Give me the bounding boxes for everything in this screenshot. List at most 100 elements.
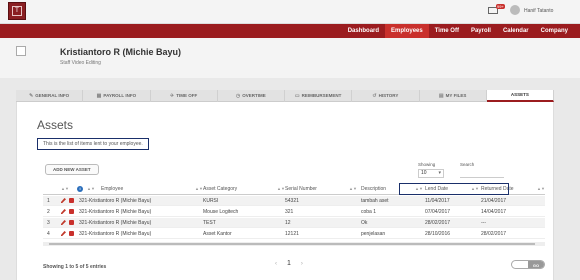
cell-employee: 321-Kristiantoro R (Michie Bayu) bbox=[79, 220, 152, 226]
cell-employee: 321-Kristiantoro R (Michie Bayu) bbox=[79, 231, 152, 237]
cell-returned-date: 28/02/2017 bbox=[481, 231, 507, 237]
delete-icon[interactable] bbox=[69, 209, 74, 214]
cell-description: tambah aset bbox=[361, 198, 389, 204]
tab-label: TIME OFF bbox=[176, 93, 198, 98]
cell-lend-date: 11/04/2017 bbox=[425, 198, 450, 204]
tab-time-off[interactable]: ✈ TIME OFF bbox=[151, 90, 218, 102]
edit-icon[interactable] bbox=[61, 231, 66, 236]
tab-general-info[interactable]: ✎ GENERAL INFO bbox=[16, 90, 84, 102]
nav-company[interactable]: Company bbox=[535, 24, 574, 38]
tab-label: HISTORY bbox=[378, 93, 399, 98]
row-number: 3 bbox=[47, 220, 50, 226]
page-size-select[interactable]: 10 ▾ bbox=[418, 169, 444, 178]
go-toggle[interactable]: GO bbox=[511, 260, 545, 269]
showing-label: Showing bbox=[418, 162, 436, 167]
assets-title: Assets bbox=[37, 118, 74, 132]
entries-summary: Showing 1 to 5 of 5 entries bbox=[43, 264, 107, 270]
cell-description: coba 1 bbox=[361, 209, 377, 215]
table-row[interactable]: 2 321-Kristiantoro R (Michie Bayu) Mouse… bbox=[43, 207, 545, 217]
clock-icon: ◷ bbox=[235, 93, 241, 99]
col-employee[interactable]: Employee bbox=[101, 186, 123, 192]
page-size-value: 10 bbox=[421, 170, 427, 176]
cell-category: KURSI bbox=[203, 198, 219, 204]
main-nav: Dashboard Employees Time Off Payroll Cal… bbox=[0, 24, 580, 38]
edit-icon[interactable] bbox=[61, 198, 66, 203]
history-icon: ↺ bbox=[372, 93, 377, 99]
table-row[interactable]: 4 321-Kristiantoro R (Michie Bayu) Asset… bbox=[43, 229, 545, 239]
user-name[interactable]: Hanif Tatanto bbox=[524, 8, 553, 14]
cell-description: penjelasan bbox=[361, 231, 386, 237]
col-serial-number[interactable]: Serial Number bbox=[285, 186, 317, 192]
cell-lend-date: 07/04/2017 bbox=[425, 209, 451, 215]
col-asset-category[interactable]: Asset Category bbox=[203, 186, 237, 192]
top-bar: T 99+ Hanif Tatanto bbox=[0, 0, 580, 24]
assets-description: This is the list of items lent to your e… bbox=[37, 138, 149, 150]
cell-category: TEST bbox=[203, 220, 216, 226]
cell-serial: 12121 bbox=[285, 231, 299, 237]
tab-history[interactable]: ↺ HISTORY bbox=[352, 90, 420, 102]
tab-label: OVERTIME bbox=[242, 93, 266, 98]
profile-tabs: ✎ GENERAL INFO ▦ PAYROLL INFO ✈ TIME OFF ◷ O… bbox=[16, 90, 554, 102]
horizontal-scrollbar[interactable] bbox=[43, 242, 545, 246]
chevron-down-icon: ▾ bbox=[438, 170, 441, 176]
sort-icon[interactable]: ▲▼ bbox=[277, 186, 285, 191]
tab-label: MY FILES bbox=[445, 93, 467, 98]
nav-calendar[interactable]: Calendar bbox=[497, 24, 535, 38]
row-number: 4 bbox=[47, 231, 50, 237]
logo-mark: T bbox=[12, 6, 22, 16]
cell-returned-date: --- bbox=[481, 220, 486, 226]
table-row[interactable]: 3 321-Kristiantoro R (Michie Bayu) TEST … bbox=[43, 218, 545, 228]
user-avatar[interactable] bbox=[510, 5, 520, 15]
tab-label: ASSETS bbox=[510, 92, 529, 97]
cell-category: Mouse Logitech bbox=[203, 209, 239, 215]
row-number: 1 bbox=[47, 198, 50, 204]
delete-icon[interactable] bbox=[69, 231, 74, 236]
cell-employee: 321-Kristiantoro R (Michie Bayu) bbox=[79, 209, 152, 215]
nav-payroll[interactable]: Payroll bbox=[465, 24, 497, 38]
employee-name: Kristiantoro R (Michie Bayu) bbox=[60, 47, 182, 57]
tab-payroll-info[interactable]: ▦ PAYROLL INFO bbox=[83, 90, 151, 102]
table-row[interactable]: 1 321-Kristiantoro R (Michie Bayu) KURSI… bbox=[43, 196, 545, 206]
add-new-asset-button[interactable]: ADD NEW ASSET bbox=[45, 164, 99, 175]
cell-description: Ok bbox=[361, 220, 368, 226]
col-description[interactable]: Description bbox=[361, 186, 386, 192]
cell-employee: 321-Kristiantoro R (Michie Bayu) bbox=[79, 198, 152, 204]
nav-employees[interactable]: Employees bbox=[385, 24, 429, 38]
tab-label: GENERAL INFO bbox=[35, 93, 70, 98]
tab-assets[interactable]: ASSETS bbox=[486, 90, 554, 102]
scrollbar-thumb[interactable] bbox=[49, 243, 535, 245]
sort-icon[interactable]: ▲▼ bbox=[61, 186, 69, 191]
page-number[interactable]: 1 bbox=[287, 260, 291, 267]
edit-icon[interactable] bbox=[61, 209, 66, 214]
employee-role: Staff Video Editing bbox=[60, 60, 101, 66]
nav-time-off[interactable]: Time Off bbox=[429, 24, 465, 38]
cell-category: Asset Kantor bbox=[203, 231, 232, 237]
sort-icon[interactable]: ▲▼ bbox=[537, 186, 545, 191]
sort-icon[interactable]: ▲▼ bbox=[87, 186, 95, 191]
cell-returned-date: 14/04/2017 bbox=[481, 209, 507, 215]
row-number: 2 bbox=[47, 209, 50, 215]
cell-returned-date: 21/04/2017 bbox=[481, 198, 507, 204]
sort-icon[interactable]: ▲▼ bbox=[195, 186, 203, 191]
tab-reimbursement[interactable]: ▭ REIMBURSEMENT bbox=[285, 90, 353, 102]
profile-photo bbox=[16, 46, 26, 56]
app-logo[interactable]: T bbox=[8, 2, 26, 20]
money-icon: ▭ bbox=[294, 93, 300, 99]
tab-label: REIMBURSEMENT bbox=[301, 93, 342, 98]
cell-serial: 54321 bbox=[285, 198, 299, 204]
cell-serial: 12 bbox=[285, 220, 291, 226]
nav-dashboard[interactable]: Dashboard bbox=[342, 24, 385, 38]
next-page-icon[interactable]: › bbox=[301, 261, 303, 267]
tab-overtime[interactable]: ◷ OVERTIME bbox=[218, 90, 285, 102]
delete-icon[interactable] bbox=[69, 198, 74, 203]
info-icon[interactable]: i bbox=[77, 186, 83, 192]
assets-panel: Assets This is the list of items lent to… bbox=[16, 102, 554, 280]
delete-icon[interactable] bbox=[69, 220, 74, 225]
tab-my-files[interactable]: ▤ MY FILES bbox=[420, 90, 487, 102]
prev-page-icon[interactable]: ‹ bbox=[275, 261, 277, 267]
search-input[interactable] bbox=[460, 170, 504, 178]
go-label: GO bbox=[528, 261, 544, 268]
sort-icon[interactable]: ▲▼ bbox=[349, 186, 357, 191]
cell-lend-date: 28/02/2017 bbox=[425, 220, 451, 226]
edit-icon[interactable] bbox=[61, 220, 66, 225]
